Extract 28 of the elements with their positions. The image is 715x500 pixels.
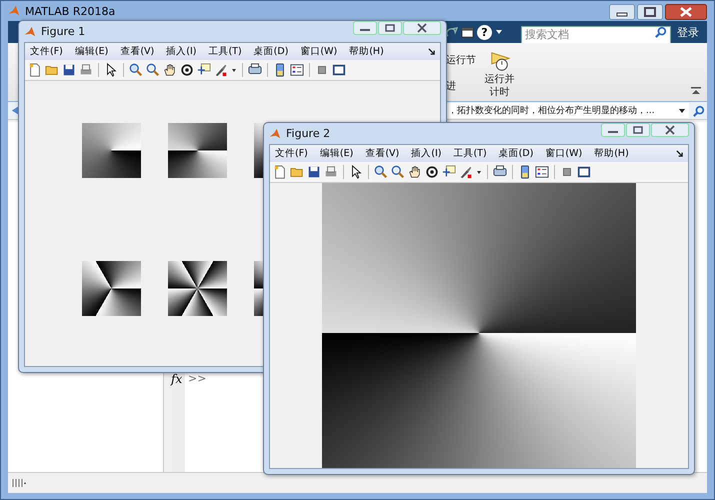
- menu-item[interactable]: 窗口(W): [300, 45, 338, 58]
- window-title: MATLAB R2018a: [25, 4, 116, 18]
- menu-item[interactable]: 文件(F): [275, 147, 308, 160]
- menu-item[interactable]: 插入(I): [411, 147, 442, 160]
- menu-item[interactable]: 查看(V): [365, 147, 400, 160]
- window-title: Figure 1: [41, 25, 86, 38]
- menu-item[interactable]: 窗口(W): [545, 147, 582, 160]
- path-field[interactable]: ，拓扑数变化的同时，相位分布产生明显的移动，...: [445, 103, 689, 118]
- menu-item[interactable]: 编辑(E): [74, 45, 108, 58]
- menu-item[interactable]: 工具(T): [453, 147, 487, 160]
- menu-item[interactable]: 帮助(H): [349, 45, 384, 58]
- menu-item[interactable]: 桌面(D): [498, 147, 534, 160]
- menu-item[interactable]: 工具(T): [208, 45, 242, 58]
- run-and-time-button[interactable]: 运行并计时: [484, 51, 515, 99]
- menu-item[interactable]: 查看(V): [120, 45, 154, 58]
- login-button[interactable]: 登录: [673, 24, 703, 40]
- help-button[interactable]: ?: [477, 24, 492, 40]
- menu-item[interactable]: 插入(I): [166, 45, 196, 58]
- menu-item[interactable]: 桌面(D): [254, 45, 288, 58]
- ribbon-item[interactable]: 进: [446, 79, 476, 93]
- menu-item[interactable]: 编辑(E): [320, 147, 354, 160]
- ribbon-item[interactable]: 运行节: [446, 53, 476, 67]
- command-prompt: >>: [188, 372, 206, 385]
- menu-item[interactable]: 帮助(H): [594, 147, 629, 160]
- function-browser-button[interactable]: fx: [171, 372, 182, 386]
- search-field[interactable]: 搜索文档: [521, 26, 671, 44]
- window-title: Figure 2: [286, 127, 330, 140]
- menu-item[interactable]: 文件(F): [30, 45, 63, 58]
